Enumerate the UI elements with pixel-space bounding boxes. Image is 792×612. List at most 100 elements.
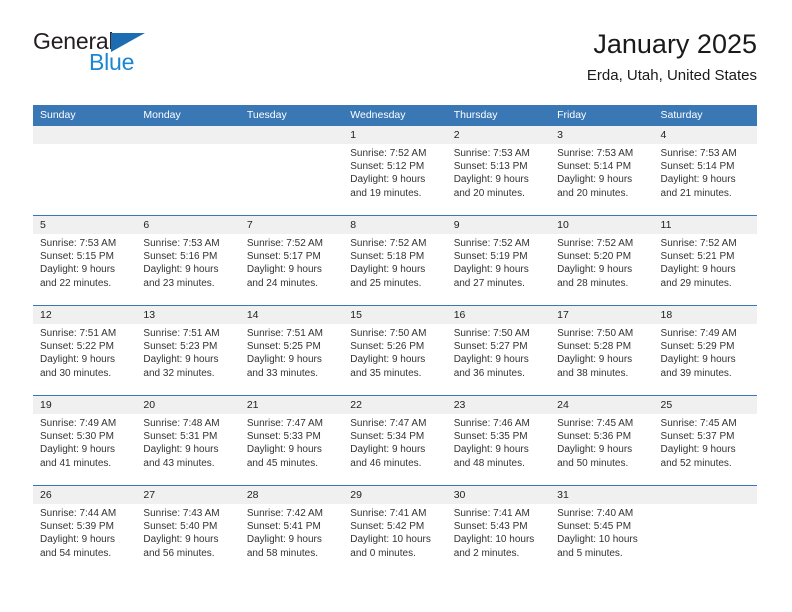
- day-cell-13[interactable]: Sunrise: 7:51 AM Sunset: 5:23 PM Daylight:…: [136, 324, 239, 395]
- day-number-9[interactable]: 9: [447, 216, 550, 234]
- calendar-grid: Sunday Monday Tuesday Wednesday Thursday Frid…: [33, 105, 757, 575]
- day-number-28[interactable]: 28: [240, 486, 343, 504]
- day-number-17[interactable]: 17: [550, 306, 653, 324]
- day-cell-17[interactable]: Sunrise: 7:50 AM Sunset: 5:28 PM Daylight:…: [550, 324, 653, 395]
- day-number-1[interactable]: 1: [343, 126, 446, 144]
- day-number-14[interactable]: 14: [240, 306, 343, 324]
- day-number-19[interactable]: 19: [33, 396, 136, 414]
- day-cell-10[interactable]: Sunrise: 7:52 AM Sunset: 5:20 PM Daylight:…: [550, 234, 653, 305]
- day-detail-line: and 21 minutes.: [660, 187, 732, 199]
- day-detail-line: Sunset: 5:13 PM: [453, 161, 528, 173]
- day-number-4[interactable]: 4: [654, 126, 757, 144]
- day-detail-line: Sunrise: 7:49 AM: [40, 418, 117, 429]
- day-cell-22[interactable]: Sunrise: 7:47 AM Sunset: 5:34 PM Daylight:…: [343, 414, 446, 485]
- day-cell-empty: [240, 144, 343, 215]
- day-number-21[interactable]: 21: [240, 396, 343, 414]
- day-cell-19[interactable]: Sunrise: 7:49 AM Sunset: 5:30 PM Daylight:…: [33, 414, 136, 485]
- day-number-30[interactable]: 30: [447, 486, 550, 504]
- day-cell-23[interactable]: Sunrise: 7:46 AM Sunset: 5:35 PM Daylight:…: [447, 414, 550, 485]
- day-cell-4[interactable]: Sunrise: 7:53 AM Sunset: 5:14 PM Daylight:…: [654, 144, 757, 215]
- day-detail-line: Daylight: 9 hours: [453, 354, 529, 366]
- weekday-header-thursday: Thursday: [453, 109, 498, 121]
- day-cell-6[interactable]: Sunrise: 7:53 AM Sunset: 5:16 PM Daylight:…: [136, 234, 239, 305]
- day-number-8[interactable]: 8: [343, 216, 446, 234]
- day-cell-15[interactable]: Sunrise: 7:50 AM Sunset: 5:26 PM Daylight:…: [343, 324, 446, 395]
- day-cell-18[interactable]: Sunrise: 7:49 AM Sunset: 5:29 PM Daylight:…: [654, 324, 757, 395]
- day-cell-3[interactable]: Sunrise: 7:53 AM Sunset: 5:14 PM Daylight:…: [550, 144, 653, 215]
- page-subtitle-location: Erda, Utah, United States: [586, 67, 757, 84]
- day-detail-line: Sunset: 5:25 PM: [246, 341, 321, 353]
- day-detail-line: Sunrise: 7:52 AM: [246, 238, 323, 249]
- day-detail-line: Sunrise: 7:52 AM: [557, 238, 634, 249]
- day-detail-line: Daylight: 9 hours: [453, 174, 529, 186]
- day-number-7[interactable]: 7: [240, 216, 343, 234]
- day-number-empty: [240, 126, 343, 144]
- day-cell-1[interactable]: Sunrise: 7:52 AM Sunset: 5:12 PM Daylight:…: [343, 144, 446, 215]
- day-number-26[interactable]: 26: [33, 486, 136, 504]
- day-detail-line: and 5 minutes.: [557, 547, 623, 559]
- day-cell-20[interactable]: Sunrise: 7:48 AM Sunset: 5:31 PM Daylight:…: [136, 414, 239, 485]
- day-detail-line: Sunset: 5:21 PM: [660, 251, 735, 263]
- day-detail-line: Sunset: 5:20 PM: [557, 251, 632, 263]
- day-cell-26[interactable]: Sunrise: 7:44 AM Sunset: 5:39 PM Daylight:…: [33, 504, 136, 575]
- day-cell-7[interactable]: Sunrise: 7:52 AM Sunset: 5:17 PM Daylight:…: [240, 234, 343, 305]
- day-detail-line: and 23 minutes.: [143, 277, 215, 289]
- day-number-20[interactable]: 20: [136, 396, 239, 414]
- brand-triangle-icon: [111, 33, 146, 52]
- day-number-18[interactable]: 18: [654, 306, 757, 324]
- day-cell-11[interactable]: Sunrise: 7:52 AM Sunset: 5:21 PM Daylight:…: [654, 234, 757, 305]
- day-detail-line: and 32 minutes.: [143, 367, 215, 379]
- day-cell-5[interactable]: Sunrise: 7:53 AM Sunset: 5:15 PM Daylight:…: [33, 234, 136, 305]
- day-cell-2[interactable]: Sunrise: 7:53 AM Sunset: 5:13 PM Daylight:…: [447, 144, 550, 215]
- day-cell-29[interactable]: Sunrise: 7:41 AM Sunset: 5:42 PM Daylight:…: [343, 504, 446, 575]
- day-cell-8[interactable]: Sunrise: 7:52 AM Sunset: 5:18 PM Daylight:…: [343, 234, 446, 305]
- day-number-3[interactable]: 3: [550, 126, 653, 144]
- day-number-empty: [136, 126, 239, 144]
- day-number-16[interactable]: 16: [447, 306, 550, 324]
- day-number-25[interactable]: 25: [654, 396, 757, 414]
- day-number-29[interactable]: 29: [343, 486, 446, 504]
- day-detail-line: Sunset: 5:34 PM: [350, 431, 425, 443]
- day-detail-line: Daylight: 9 hours: [350, 444, 426, 456]
- day-number-6[interactable]: 6: [136, 216, 239, 234]
- day-number-11[interactable]: 11: [654, 216, 757, 234]
- day-number-22[interactable]: 22: [343, 396, 446, 414]
- weekday-header-saturday: Saturday: [660, 109, 703, 121]
- day-cell-27[interactable]: Sunrise: 7:43 AM Sunset: 5:40 PM Daylight:…: [136, 504, 239, 575]
- day-number-13[interactable]: 13: [136, 306, 239, 324]
- day-number-24[interactable]: 24: [550, 396, 653, 414]
- day-detail-line: Sunset: 5:28 PM: [557, 341, 632, 353]
- day-number-15[interactable]: 15: [343, 306, 446, 324]
- day-number-5[interactable]: 5: [33, 216, 136, 234]
- day-detail-line: Sunrise: 7:52 AM: [350, 148, 427, 159]
- day-detail-line: Daylight: 9 hours: [246, 264, 322, 276]
- day-number-12[interactable]: 12: [33, 306, 136, 324]
- day-number-31[interactable]: 31: [550, 486, 653, 504]
- day-detail-line: Sunset: 5:26 PM: [350, 341, 425, 353]
- week-detail-band: Sunrise: 7:51 AM Sunset: 5:22 PM Daylight:…: [33, 324, 757, 395]
- day-cell-14[interactable]: Sunrise: 7:51 AM Sunset: 5:25 PM Daylight:…: [240, 324, 343, 395]
- brand-logo[interactable]: General Blue: [33, 28, 273, 74]
- day-cell-30[interactable]: Sunrise: 7:41 AM Sunset: 5:43 PM Daylight:…: [447, 504, 550, 575]
- day-detail-line: and 22 minutes.: [40, 277, 112, 289]
- day-number-2[interactable]: 2: [447, 126, 550, 144]
- weekday-header-tuesday: Tuesday: [246, 109, 287, 121]
- day-detail-line: and 27 minutes.: [453, 277, 525, 289]
- day-detail-line: Daylight: 9 hours: [246, 534, 322, 546]
- day-cell-31[interactable]: Sunrise: 7:40 AM Sunset: 5:45 PM Daylight:…: [550, 504, 653, 575]
- day-detail-line: Sunrise: 7:50 AM: [453, 328, 530, 339]
- day-detail-line: Sunrise: 7:53 AM: [453, 148, 530, 159]
- day-cell-28[interactable]: Sunrise: 7:42 AM Sunset: 5:41 PM Daylight:…: [240, 504, 343, 575]
- day-cell-12[interactable]: Sunrise: 7:51 AM Sunset: 5:22 PM Daylight:…: [33, 324, 136, 395]
- day-detail-line: Daylight: 9 hours: [40, 534, 116, 546]
- week-daynumber-band: 5 6 7 8 9 10 11: [33, 216, 757, 234]
- day-number-23[interactable]: 23: [447, 396, 550, 414]
- day-number-10[interactable]: 10: [550, 216, 653, 234]
- day-cell-24[interactable]: Sunrise: 7:45 AM Sunset: 5:36 PM Daylight:…: [550, 414, 653, 485]
- day-cell-21[interactable]: Sunrise: 7:47 AM Sunset: 5:33 PM Daylight:…: [240, 414, 343, 485]
- day-number-27[interactable]: 27: [136, 486, 239, 504]
- day-cell-9[interactable]: Sunrise: 7:52 AM Sunset: 5:19 PM Daylight:…: [447, 234, 550, 305]
- day-cell-16[interactable]: Sunrise: 7:50 AM Sunset: 5:27 PM Daylight:…: [447, 324, 550, 395]
- day-cell-25[interactable]: Sunrise: 7:45 AM Sunset: 5:37 PM Daylight:…: [654, 414, 757, 485]
- day-detail-line: and 50 minutes.: [557, 457, 629, 469]
